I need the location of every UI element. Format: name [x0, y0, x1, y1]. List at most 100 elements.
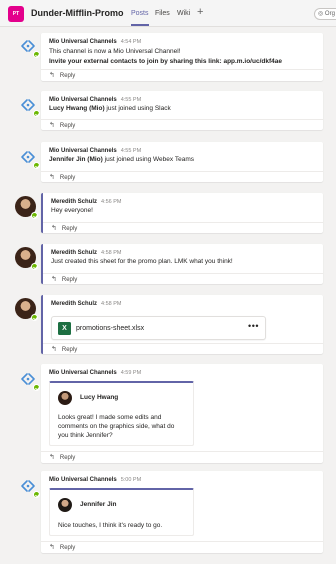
reply-arrow-icon: ↰ [49, 544, 55, 551]
divider [41, 451, 323, 452]
message-author[interactable]: Meredith Schulz [51, 301, 97, 307]
channel-header: PT Dunder-Mifflin-Promo Posts Files Wiki… [0, 0, 336, 27]
mio-bot-icon[interactable] [18, 147, 40, 169]
reply-button[interactable]: ↰ Reply [49, 121, 75, 129]
message-card: Mio Universal Channels 5:00 PM Jennifer J… [41, 471, 323, 553]
file-attachment[interactable]: X promotions-sheet.xlsx ••• [51, 316, 266, 340]
message-text: Jennifer Jin (Mio) just joined using Web… [49, 156, 194, 163]
message-card: Mio Universal Channels 4:59 PM Lucy Hwang… [41, 364, 323, 463]
mio-bot-icon[interactable] [18, 369, 40, 391]
tab-posts[interactable]: Posts [131, 10, 149, 17]
message-time: 4:56 PM [101, 199, 122, 205]
reply-arrow-icon: ↰ [51, 225, 57, 232]
mentioned-user: Lucy Hwang (Mio) [49, 105, 105, 112]
reply-label: Reply [61, 226, 78, 232]
reply-button[interactable]: ↰ Reply [49, 173, 75, 181]
divider [43, 273, 323, 274]
quoted-line: you think Jennifer? [58, 432, 113, 439]
tab-wiki[interactable]: Wiki [177, 10, 190, 17]
message-author[interactable]: Mio Universal Channels [49, 370, 117, 376]
message-suffix: just joined using Slack [104, 105, 171, 112]
message-card: Meredith Schulz 4:58 PM Just created this… [41, 244, 323, 284]
quoted-line: comments on the graphics side, what do [58, 423, 175, 430]
divider [41, 69, 323, 70]
reply-label: Reply [59, 73, 76, 79]
presence-available-icon [33, 162, 40, 169]
team-name[interactable]: Dunder-Mifflin-Promo [31, 8, 124, 18]
reply-button[interactable]: ↰ Reply [49, 453, 75, 461]
more-options-icon[interactable]: ••• [248, 321, 259, 331]
message-author[interactable]: Meredith Schulz [51, 250, 97, 256]
tab-files[interactable]: Files [155, 10, 170, 17]
quoted-message[interactable]: Jennifer Jin Nice touches, I think it's … [49, 488, 194, 536]
message-text: Hey everyone! [51, 207, 93, 214]
reply-label: Reply [59, 175, 76, 181]
reply-arrow-icon: ↰ [51, 276, 57, 283]
reply-arrow-icon: ↰ [49, 72, 55, 79]
presence-available-icon [31, 263, 38, 270]
message-text-bold: Invite your external contacts to join by… [49, 58, 282, 65]
divider [41, 171, 323, 172]
message-time: 4:58 PM [101, 250, 122, 256]
message-card: Meredith Schulz 4:56 PM Hey everyone! ↰ Re… [41, 193, 323, 233]
add-tab-icon[interactable]: + [197, 6, 203, 18]
presence-available-icon [33, 110, 40, 117]
message-card: Mio Universal Channels 4:55 PM Lucy Hwang… [41, 91, 323, 130]
mio-bot-icon[interactable] [18, 36, 40, 58]
quoted-message[interactable]: Lucy Hwang Looks great! I made some edit… [49, 381, 194, 446]
quoted-user-name: Lucy Hwang [80, 394, 119, 401]
message-time: 4:58 PM [101, 301, 122, 307]
org-icon: ◎ [318, 11, 325, 17]
presence-available-icon [33, 491, 40, 498]
message-author[interactable]: Mio Universal Channels [49, 39, 117, 45]
message-author[interactable]: Mio Universal Channels [49, 477, 117, 483]
org-label: Org [324, 11, 335, 17]
user-avatar[interactable] [15, 298, 38, 321]
mio-bot-icon[interactable] [18, 95, 40, 117]
user-avatar[interactable] [15, 196, 38, 219]
presence-available-icon [31, 314, 38, 321]
org-badge[interactable]: ◎ Org [314, 8, 336, 20]
active-tab-indicator [131, 24, 149, 26]
mio-bot-icon[interactable] [18, 476, 40, 498]
message-card: Meredith Schulz 4:58 PM X promotions-shee… [41, 295, 323, 354]
mentioned-user: Jennifer Jin (Mio) [49, 156, 103, 163]
user-avatar[interactable] [15, 247, 38, 270]
message-card: Mio Universal Channels 4:55 PM Jennifer J… [41, 142, 323, 182]
reply-label: Reply [61, 347, 78, 353]
reply-button[interactable]: ↰ Reply [49, 543, 75, 551]
message-text: Lucy Hwang (Mio) just joined using Slack [49, 105, 171, 112]
message-text: Just created this sheet for the promo pl… [51, 258, 233, 265]
reply-arrow-icon: ↰ [51, 346, 57, 353]
message-author[interactable]: Mio Universal Channels [49, 97, 117, 103]
message-card: Mio Universal Channels 4:54 PM This chann… [41, 33, 323, 81]
message-time: 4:55 PM [120, 97, 142, 103]
reply-button[interactable]: ↰ Reply [49, 71, 75, 79]
message-time: 4:55 PM [120, 148, 142, 154]
excel-icon: X [58, 322, 71, 335]
reply-arrow-icon: ↰ [49, 122, 55, 129]
message-author[interactable]: Mio Universal Channels [49, 148, 117, 154]
presence-available-icon [31, 212, 38, 219]
reply-label: Reply [59, 545, 76, 551]
presence-available-icon [33, 51, 40, 58]
team-avatar[interactable]: PT [8, 6, 24, 22]
message-author[interactable]: Meredith Schulz [51, 199, 97, 205]
reply-button[interactable]: ↰ Reply [51, 224, 77, 232]
quoted-line: Nice touches, I think it's ready to go. [58, 522, 163, 529]
quoted-user-avatar [58, 498, 72, 512]
quoted-user-avatar [58, 391, 72, 405]
file-name[interactable]: promotions-sheet.xlsx [76, 325, 144, 332]
divider [41, 119, 323, 120]
divider [43, 343, 323, 344]
message-time: 5:00 PM [120, 477, 142, 483]
quoted-text: Nice touches, I think it's ready to go. [58, 521, 188, 530]
quoted-text: Looks great! I made some edits and comme… [58, 413, 188, 440]
reply-button[interactable]: ↰ Reply [51, 275, 77, 283]
reply-arrow-icon: ↰ [49, 174, 55, 181]
quoted-user-name: Jennifer Jin [80, 501, 117, 508]
reply-label: Reply [61, 277, 78, 283]
reply-button[interactable]: ↰ Reply [51, 345, 77, 353]
message-text: This channel is now a Mio Universal Chan… [49, 48, 181, 55]
divider [43, 222, 323, 223]
